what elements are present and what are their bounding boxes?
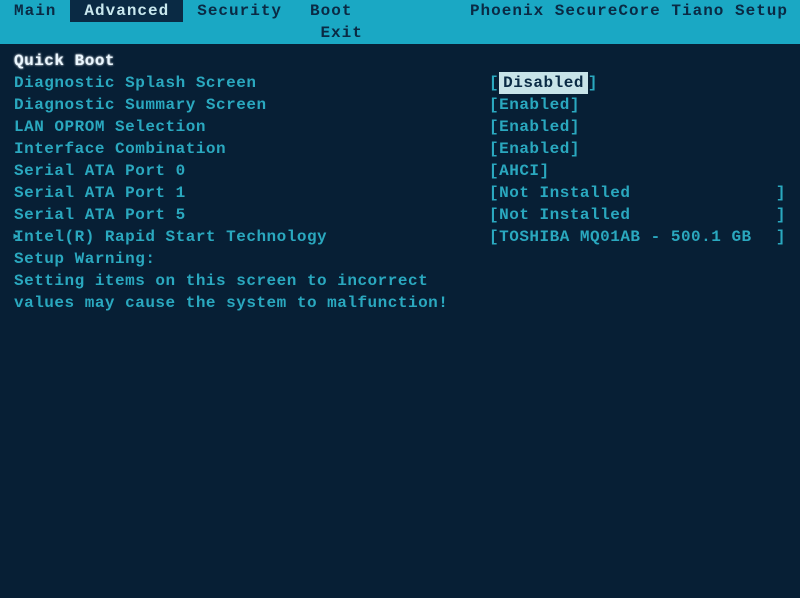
setup-warning-heading: Setup Warning: <box>14 248 790 270</box>
bracket-left: [ <box>489 160 499 182</box>
setup-warning-line: values may cause the system to malfuncti… <box>14 292 790 314</box>
setting-value[interactable]: [Enabled] <box>489 138 790 160</box>
bracket-left: [ <box>489 72 499 94</box>
setup-warning-line: Setting items on this screen to incorrec… <box>14 270 790 292</box>
bios-title: Phoenix SecureCore Tiano Setup <box>470 0 794 20</box>
value-text: Enabled <box>499 94 570 116</box>
section-heading-quick-boot: Quick Boot <box>14 50 489 72</box>
setting-label: Diagnostic Splash Screen <box>14 72 489 94</box>
setting-row-submenu[interactable]: ▸ Intel(R) Rapid Start Technology [TOSHI… <box>14 226 790 248</box>
bracket-right: ] <box>540 160 550 182</box>
setting-label: Intel(R) Rapid Start Technology <box>14 226 489 248</box>
tab-advanced[interactable]: Advanced <box>70 0 183 22</box>
bracket-left: [ <box>489 94 499 116</box>
bracket-right: ] <box>570 138 580 160</box>
value-text: Enabled <box>499 138 570 160</box>
bracket-right: ] <box>776 204 790 226</box>
bios-tabs: Main Advanced Security Boot Exit <box>0 0 377 44</box>
bios-content: Quick Boot Diagnostic Splash Screen [Dis… <box>0 44 800 598</box>
setting-value[interactable]: [AHCI] <box>489 160 790 182</box>
tab-security[interactable]: Security <box>183 0 296 22</box>
tab-main[interactable]: Main <box>0 0 70 22</box>
setting-row[interactable]: Serial ATA Port 5 [Not Installed] <box>14 204 790 226</box>
setting-label: Interface Combination <box>14 138 489 160</box>
tab-boot[interactable]: Boot <box>296 0 366 22</box>
setting-value[interactable]: [Disabled] <box>489 72 790 94</box>
setting-row[interactable]: Serial ATA Port 1 [Not Installed] <box>14 182 790 204</box>
setting-value[interactable]: [Enabled] <box>489 116 790 138</box>
setting-row[interactable]: Serial ATA Port 0 [AHCI] <box>14 160 790 182</box>
setting-label: Serial ATA Port 1 <box>14 182 489 204</box>
value-text: Disabled <box>499 72 588 94</box>
bracket-right: ] <box>588 72 598 94</box>
value-text: Enabled <box>499 116 570 138</box>
setting-row[interactable]: LAN OPROM Selection [Enabled] <box>14 116 790 138</box>
bios-menu-bar: Main Advanced Security Boot Exit Phoenix… <box>0 0 800 44</box>
setting-value[interactable]: [TOSHIBA MQ01AB - 500.1 GB] <box>489 226 790 248</box>
value-text: Not Installed <box>499 182 630 204</box>
value-text: Not Installed <box>499 204 630 226</box>
value-text: TOSHIBA MQ01AB - 500.1 GB <box>499 226 752 248</box>
bracket-left: [ <box>489 182 499 204</box>
bracket-left: [ <box>489 226 499 248</box>
setting-label: LAN OPROM Selection <box>14 116 489 138</box>
setting-label: Serial ATA Port 0 <box>14 160 489 182</box>
bracket-right: ] <box>570 116 580 138</box>
bracket-right: ] <box>776 182 790 204</box>
setting-row[interactable]: Diagnostic Summary Screen [Enabled] <box>14 94 790 116</box>
setting-label: Diagnostic Summary Screen <box>14 94 489 116</box>
bracket-right: ] <box>570 94 580 116</box>
setting-value[interactable]: [Not Installed] <box>489 182 790 204</box>
tab-exit[interactable]: Exit <box>306 22 376 44</box>
bracket-left: [ <box>489 116 499 138</box>
bracket-right: ] <box>776 226 790 248</box>
setting-value[interactable]: [Not Installed] <box>489 204 790 226</box>
bracket-left: [ <box>489 204 499 226</box>
value-text: AHCI <box>499 160 539 182</box>
setting-value[interactable]: [Enabled] <box>489 94 790 116</box>
bracket-left: [ <box>489 138 499 160</box>
setting-row[interactable]: Diagnostic Splash Screen [Disabled] <box>14 72 790 94</box>
setting-row[interactable]: Interface Combination [Enabled] <box>14 138 790 160</box>
submenu-arrow-icon: ▸ <box>12 226 20 248</box>
setting-label: Serial ATA Port 5 <box>14 204 489 226</box>
